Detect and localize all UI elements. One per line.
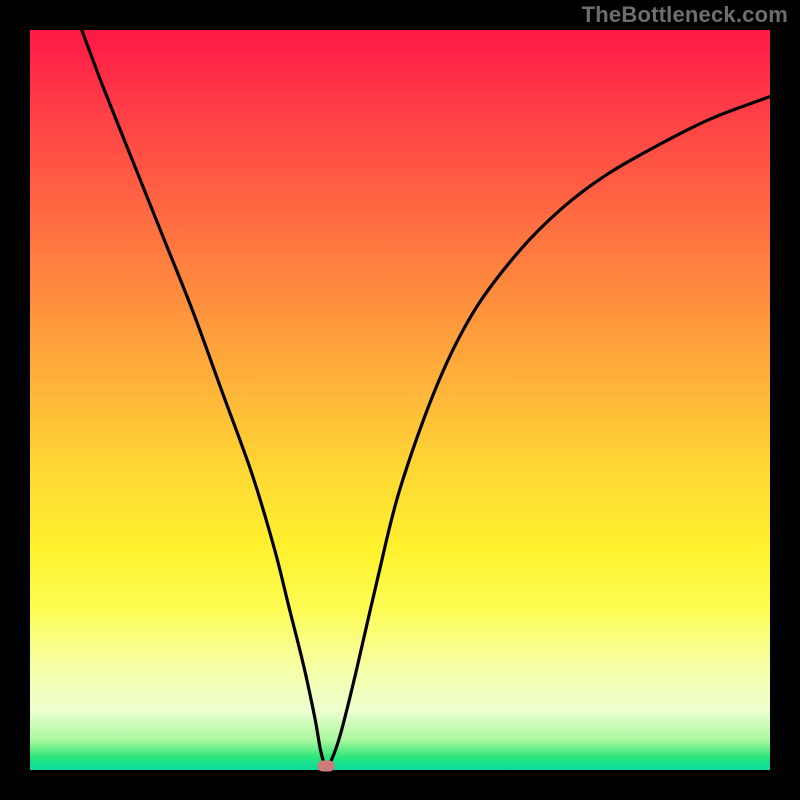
bottleneck-curve <box>30 30 770 770</box>
watermark-text: TheBottleneck.com <box>582 2 788 28</box>
chart-frame: TheBottleneck.com <box>0 0 800 800</box>
minimum-marker <box>318 761 335 772</box>
plot-area <box>30 30 770 770</box>
